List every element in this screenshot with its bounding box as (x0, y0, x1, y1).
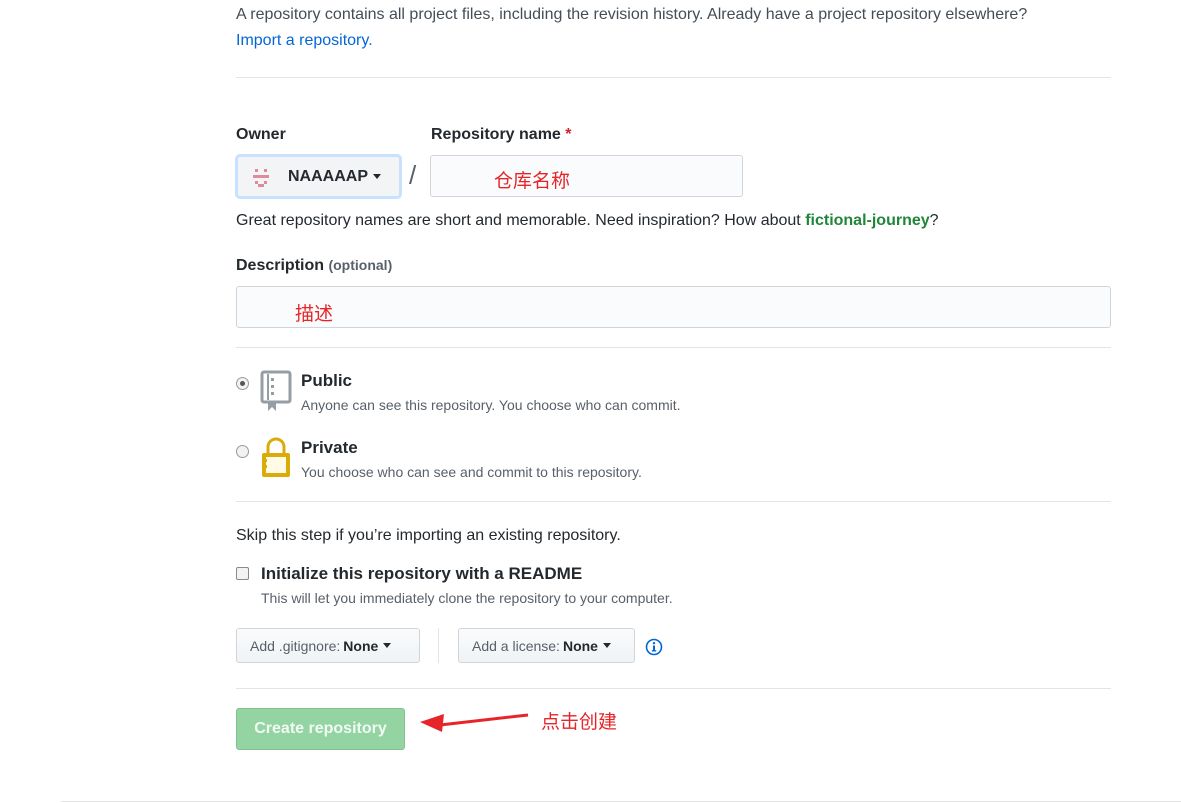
gitignore-select-button[interactable]: Add .gitignore: None (236, 628, 420, 663)
owner-name: NAAAAAP (288, 167, 368, 185)
chevron-down-icon (373, 174, 381, 179)
license-value: None (562, 637, 598, 654)
name-hint: Great repository names are short and mem… (236, 212, 939, 230)
private-radio[interactable] (236, 445, 249, 458)
repository-name-input[interactable] (430, 155, 743, 197)
divider (236, 501, 1111, 502)
private-title: Private (301, 438, 358, 457)
readme-checkbox[interactable] (236, 567, 249, 580)
create-annotation: 点击创建 (541, 712, 618, 733)
create-repository-button[interactable]: Create repository (236, 708, 405, 750)
import-repository-link[interactable]: Import a repository. (236, 32, 373, 50)
divider (236, 688, 1111, 689)
skip-step-text: Skip this step if you’re importing an ex… (236, 527, 621, 544)
owner-select-button[interactable]: NAAAAAP (237, 156, 400, 197)
lock-icon (260, 437, 292, 484)
vertical-divider (438, 628, 439, 663)
repository-name-label-text: Repository name (431, 126, 561, 143)
public-title: Public (301, 371, 353, 390)
chevron-down-icon (383, 643, 392, 648)
license-select-button[interactable]: Add a license: None (458, 628, 635, 663)
repository-name-annotation: 仓库名称 (494, 171, 571, 192)
private-note: You choose who can see and commit to thi… (301, 464, 642, 480)
public-note: Anyone can see this repository. You choo… (301, 397, 681, 413)
description-annotation: 描述 (295, 304, 334, 325)
required-mark: * (565, 126, 572, 143)
repo-book-icon (260, 370, 292, 417)
footer-divider (61, 801, 1181, 802)
public-radio[interactable] (236, 377, 249, 390)
readme-label[interactable]: Initialize this repository with a README (261, 564, 582, 584)
repository-name-label: Repository name * (431, 126, 572, 144)
info-icon[interactable] (645, 638, 663, 661)
optional-tag: (optional) (328, 257, 393, 273)
divider (236, 77, 1111, 78)
annotation-arrow-icon (416, 708, 532, 739)
chevron-down-icon (602, 643, 611, 648)
avatar (250, 166, 272, 188)
license-label: Add a license: (472, 637, 560, 654)
readme-note: This will let you immediately clone the … (261, 590, 673, 606)
gitignore-label: Add .gitignore: (250, 637, 341, 654)
divider (236, 347, 1111, 348)
description-label-text: Description (236, 257, 325, 274)
gitignore-value: None (343, 637, 379, 654)
owner-label: Owner (236, 126, 286, 143)
description-input[interactable] (236, 286, 1111, 328)
name-hint-prefix: Great repository names are short and mem… (236, 212, 806, 229)
name-suggestion[interactable]: fictional-journey (805, 212, 929, 229)
intro-text: A repository contains all project files,… (236, 6, 1028, 23)
owner-repo-separator: / (409, 160, 417, 190)
description-label: Description (optional) (236, 257, 392, 275)
name-hint-suffix: ? (929, 212, 939, 229)
